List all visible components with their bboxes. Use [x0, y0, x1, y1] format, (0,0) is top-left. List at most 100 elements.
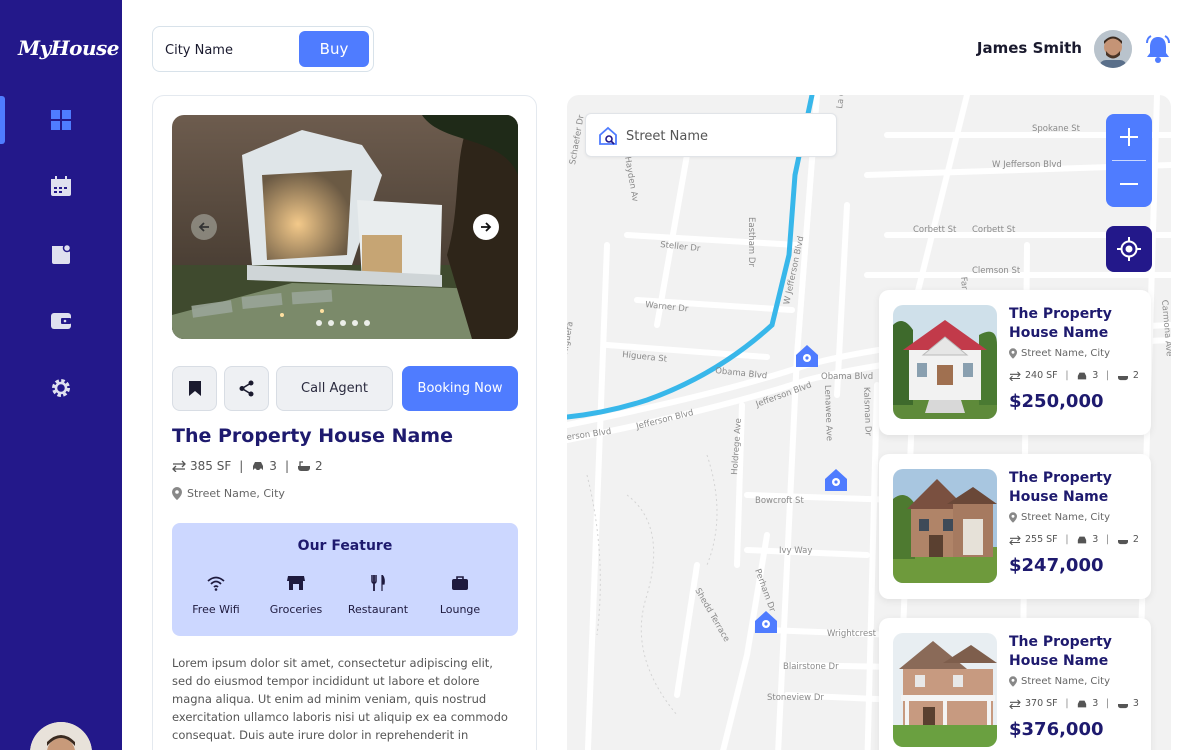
spec-divider: | — [1065, 534, 1069, 545]
listing-title: The Property House Name — [1009, 634, 1112, 669]
listing-card[interactable]: The Property House Name Street Name, Cit… — [879, 618, 1151, 750]
map-street-label: Wrightcrest — [827, 629, 877, 639]
area-spec: 370 SF — [1009, 698, 1058, 709]
user-avatar[interactable] — [1094, 30, 1132, 68]
spec-divider: | — [1106, 534, 1110, 545]
map-street-label: Obama Blvd — [821, 372, 873, 382]
features-panel: Our Feature Free Wifi Groceries Restaura… — [172, 523, 518, 636]
brand-logo[interactable]: MyHouse — [18, 36, 120, 60]
map-street-label: Schaefer Dr — [568, 114, 587, 166]
street-search-input[interactable] — [626, 125, 826, 147]
carousel-dot[interactable] — [328, 320, 334, 326]
spec-divider: | — [1106, 698, 1110, 709]
baths-spec: 2 — [297, 459, 323, 473]
share-button[interactable] — [224, 366, 269, 411]
map-home-pin-icon[interactable] — [824, 468, 848, 492]
feature-label: Lounge — [439, 603, 481, 616]
map-street-label: Stoneview Dr — [767, 693, 824, 703]
sidebar-avatar[interactable] — [30, 722, 92, 750]
area-value: 240 SF — [1025, 370, 1058, 381]
minus-icon — [1120, 183, 1138, 185]
dashboard-grid-icon — [51, 110, 71, 130]
map-street-label: Spokane St — [1032, 124, 1081, 134]
baths-value: 2 — [1132, 370, 1139, 381]
wallet-icon — [51, 313, 71, 329]
map-street-label: Hayden Av — [622, 156, 640, 203]
map-street-label: Higuera St — [622, 350, 668, 365]
store-icon — [287, 576, 305, 590]
my-location-button[interactable] — [1106, 226, 1152, 272]
area-spec: 240 SF — [1009, 370, 1058, 381]
map-street-label: Shedd Terrace — [692, 587, 731, 644]
bookmark-button[interactable] — [172, 366, 217, 411]
area-value: 385 SF — [190, 459, 232, 473]
map-street-label: Corbett St — [972, 225, 1016, 235]
carousel-next-button[interactable] — [473, 214, 499, 240]
carousel-dot[interactable] — [352, 320, 358, 326]
property-hero-image — [172, 115, 518, 339]
carousel-dots — [316, 320, 370, 326]
carousel-dot[interactable] — [316, 320, 322, 326]
avatar-image — [30, 722, 92, 750]
sidebar-item-settings[interactable] — [0, 364, 122, 412]
sidebar-item-calendar[interactable] — [0, 163, 122, 211]
sidebar-item-wallet[interactable] — [0, 297, 122, 345]
listing-address-text: Street Name, City — [1021, 676, 1111, 687]
bathtub-icon — [1117, 375, 1128, 380]
baths-spec: 2 — [1117, 534, 1139, 545]
zoom-in-button[interactable] — [1106, 114, 1152, 160]
listing-address: Street Name, City — [1009, 348, 1110, 359]
bathtub-icon — [1117, 539, 1128, 544]
bookmark-icon — [188, 381, 201, 396]
map-street-label: erson Blvd — [567, 427, 612, 443]
city-search-input[interactable] — [165, 39, 295, 61]
booking-now-button[interactable]: Booking Now — [402, 366, 518, 411]
sidebar-item-notes[interactable] — [0, 230, 122, 278]
feature-lounge: Lounge — [419, 575, 501, 617]
gear-icon — [52, 379, 70, 397]
sidebar: MyHouse — [0, 0, 122, 750]
bathtub-icon — [297, 461, 310, 471]
baths-value: 3 — [1132, 698, 1139, 709]
car-icon — [1078, 700, 1087, 707]
listing-address: Street Name, City — [1009, 676, 1110, 687]
carousel-dot[interactable] — [340, 320, 346, 326]
baths-value: 2 — [314, 459, 323, 473]
listing-card[interactable]: The Property House Name Street Name, Cit… — [879, 454, 1151, 599]
call-agent-button[interactable]: Call Agent — [276, 366, 393, 411]
spec-divider: | — [1065, 370, 1069, 381]
listing-title: The Property House Name — [1009, 306, 1112, 341]
location-pin-icon — [1009, 512, 1017, 523]
cars-spec: 3 — [251, 459, 277, 473]
briefcase-icon — [452, 576, 468, 590]
listing-specs: 370 SF | 3 | 3 — [1009, 698, 1139, 709]
map-street-label: Bowcroft St — [755, 496, 804, 506]
property-description: Lorem ipsum dolor sit amet, consectetur … — [172, 656, 508, 742]
zoom-out-button[interactable] — [1106, 161, 1152, 207]
map-street-label: Steller Dr — [660, 240, 701, 254]
map-home-pin-icon[interactable] — [795, 344, 819, 368]
area-arrows-icon — [172, 460, 186, 472]
listing-card[interactable]: The Property House Name Street Name, Cit… — [879, 290, 1151, 435]
car-icon — [253, 462, 264, 472]
spec-divider: | — [239, 459, 244, 473]
carousel-dot[interactable] — [364, 320, 370, 326]
home-search-icon — [599, 126, 617, 145]
notification-bell-icon[interactable] — [1144, 34, 1172, 64]
cars-value: 3 — [1092, 698, 1099, 709]
listing-thumbnail — [893, 469, 997, 583]
property-specs: 385 SF | 3 | 2 — [172, 459, 323, 473]
map-home-pin-icon[interactable] — [754, 610, 778, 634]
listing-address-text: Street Name, City — [1021, 512, 1111, 523]
cars-spec: 3 — [1076, 534, 1098, 545]
listing-specs: 255 SF | 3 | 2 — [1009, 534, 1139, 545]
map-street-label: Obama Blvd — [715, 366, 768, 381]
carousel-prev-button[interactable] — [191, 214, 217, 240]
feature-restaurant: Restaurant — [337, 575, 419, 617]
area-arrows-icon — [1009, 698, 1021, 709]
sidebar-item-dashboard[interactable] — [0, 96, 122, 144]
cars-value: 3 — [1092, 534, 1099, 545]
buy-button[interactable]: Buy — [299, 31, 369, 67]
notes-icon — [52, 243, 72, 264]
zoom-controls — [1106, 114, 1152, 207]
